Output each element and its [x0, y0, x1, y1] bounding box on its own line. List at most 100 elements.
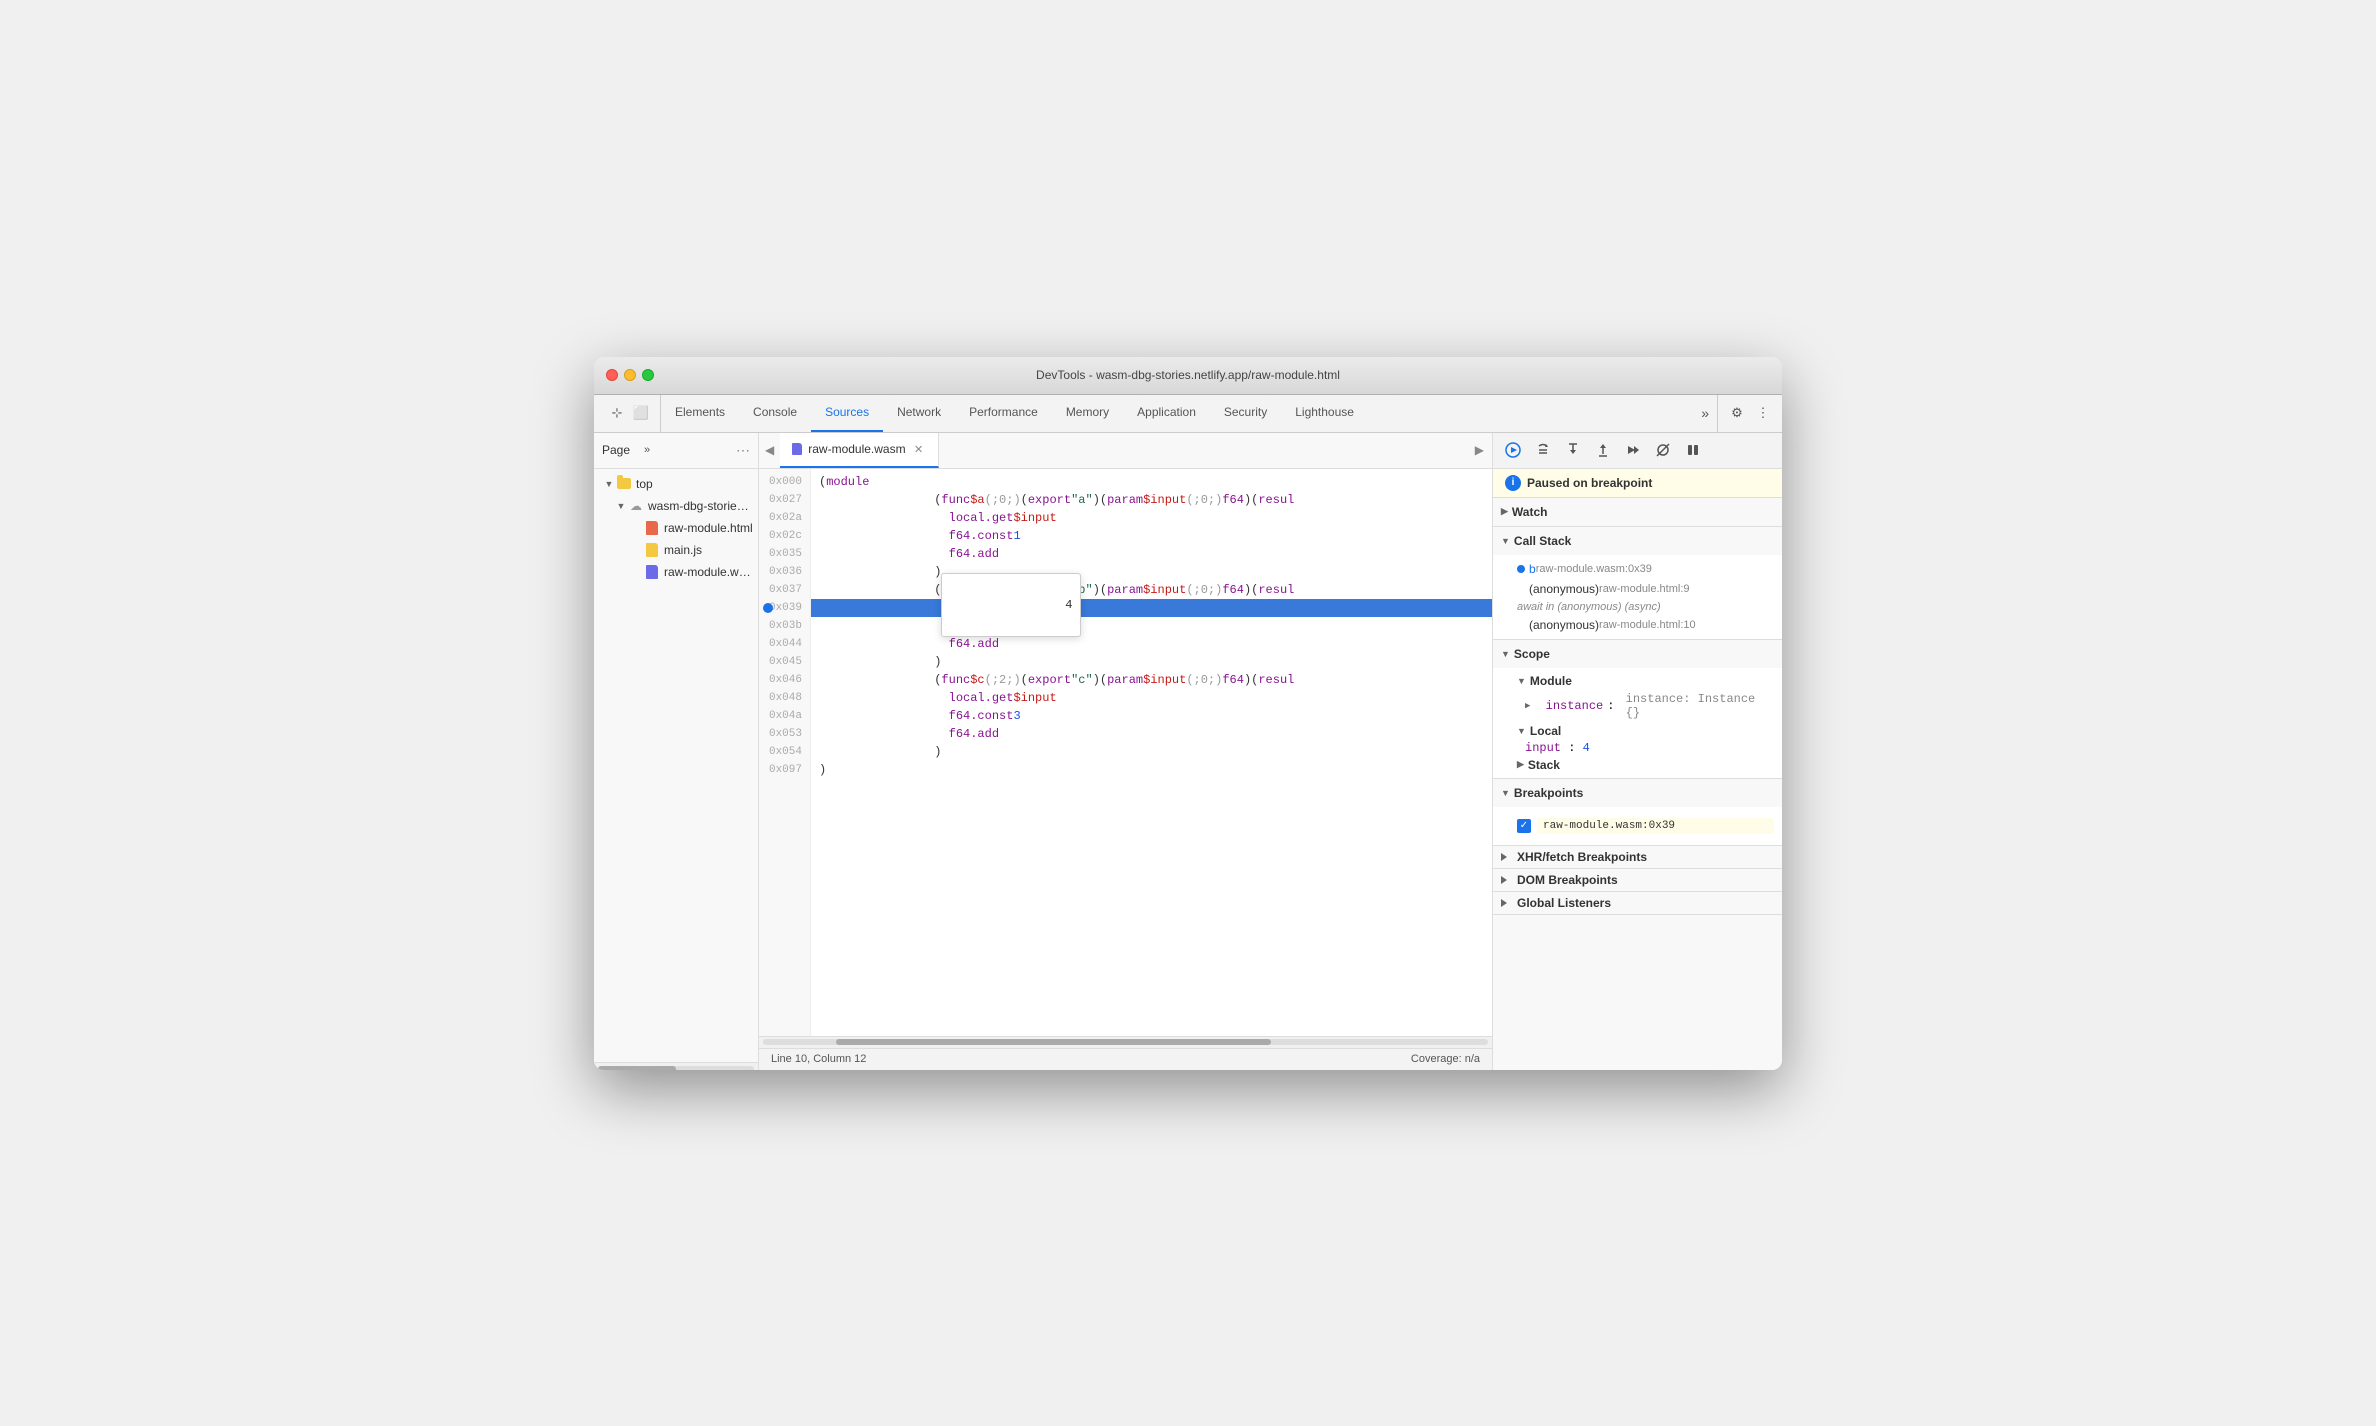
scope-local-header[interactable]: ▼ Local [1509, 722, 1782, 740]
ln-12[interactable]: 0x046 [759, 671, 810, 689]
maximize-button[interactable] [642, 369, 654, 381]
more-options-icon[interactable]: ⋮ [1752, 402, 1774, 424]
device-icon[interactable]: ⬜ [630, 402, 652, 424]
global-header[interactable]: Global Listeners [1493, 892, 1782, 914]
devtools-window: DevTools - wasm-dbg-stories.netlify.app/… [594, 357, 1782, 1070]
ln-10[interactable]: 0x044 [759, 635, 810, 653]
xhr-section: XHR/fetch Breakpoints [1493, 846, 1782, 869]
ln-17[interactable]: 0x097 [759, 761, 810, 779]
call-stack-header[interactable]: ▼ Call Stack [1493, 527, 1782, 555]
scope-module-instance[interactable]: ▶ instance: instance: Instance {} [1509, 690, 1782, 722]
tab-sources[interactable]: Sources [811, 395, 883, 432]
cursor-icon[interactable]: ⊹ [606, 402, 628, 424]
settings-icon[interactable]: ⚙ [1726, 402, 1748, 424]
scope-section: ▼ Scope ▼ Module ▶ inst [1493, 640, 1782, 779]
scope-header[interactable]: ▼ Scope [1493, 640, 1782, 668]
ln-13[interactable]: 0x048 [759, 689, 810, 707]
debugger-panel: i Paused on breakpoint ▶ Watch ▼ Call St… [1492, 433, 1782, 1070]
global-label: Global Listeners [1517, 896, 1611, 910]
editor-tab-close[interactable]: ✕ [912, 442, 926, 456]
ln-1[interactable]: 0x000 [759, 473, 810, 491]
ln-15[interactable]: 0x053 [759, 725, 810, 743]
sidebar-item-html[interactable]: raw-module.html [594, 517, 758, 539]
tabsbar: ⊹ ⬜ Elements Console Sources Network Per… [594, 395, 1782, 433]
ln-8[interactable]: 0x039 [759, 599, 810, 617]
scope-stack-header[interactable]: ▶ Stack [1509, 756, 1782, 774]
step-into-button[interactable] [1561, 438, 1585, 462]
watch-arrow: ▶ [1501, 506, 1508, 517]
titlebar: DevTools - wasm-dbg-stories.netlify.app/… [594, 357, 1782, 395]
tab-lighthouse[interactable]: Lighthouse [1281, 395, 1368, 432]
cursor-position: Line 10, Column 12 [771, 1053, 866, 1065]
sidebar-item-top[interactable]: ▼ top [594, 473, 758, 495]
step-out-button[interactable] [1591, 438, 1615, 462]
ln-3[interactable]: 0x02a [759, 509, 810, 527]
ln-6[interactable]: 0x036 [759, 563, 810, 581]
step-button[interactable] [1621, 438, 1645, 462]
editor-tab-wasm[interactable]: raw-module.wasm ✕ [780, 433, 938, 468]
call-stack-item-anon1[interactable]: (anonymous) raw-module.html:9 [1509, 579, 1782, 599]
scope-module-label: ▼ Module [1517, 674, 1774, 688]
call-stack-fn-anon2: (anonymous) [1529, 618, 1599, 632]
minimize-button[interactable] [624, 369, 636, 381]
breakpoints-arrow: ▼ [1501, 788, 1510, 798]
scrollbar-thumb[interactable] [836, 1039, 1271, 1045]
code-line-16: ) [811, 743, 1492, 761]
more-tabs-button[interactable]: » [1693, 395, 1717, 432]
call-stack-loc-b: raw-module.wasm:0x39 [1536, 563, 1652, 575]
editor-horizontal-scrollbar[interactable] [759, 1036, 1492, 1048]
deactivate-breakpoints-button[interactable] [1651, 438, 1675, 462]
call-stack-item-b[interactable]: b raw-module.wasm:0x39 [1509, 559, 1782, 579]
scrollbar-track[interactable] [763, 1039, 1488, 1045]
watch-header[interactable]: ▶ Watch [1493, 498, 1782, 526]
sidebar-item-site[interactable]: ▼ ☁ wasm-dbg-stories.netlify [594, 495, 758, 517]
tab-performance[interactable]: Performance [955, 395, 1052, 432]
xhr-header[interactable]: XHR/fetch Breakpoints [1493, 846, 1782, 868]
module-arrow: ▼ [1517, 676, 1526, 686]
tree-arrow-js [630, 543, 644, 557]
tab-application[interactable]: Application [1123, 395, 1210, 432]
ln-4[interactable]: 0x02c [759, 527, 810, 545]
call-stack-item-anon2[interactable]: (anonymous) raw-module.html:10 [1509, 615, 1782, 635]
dom-header[interactable]: DOM Breakpoints [1493, 869, 1782, 891]
instance-value: instance: Instance {} [1626, 692, 1766, 720]
ln-16[interactable]: 0x054 [759, 743, 810, 761]
ln-9[interactable]: 0x03b [759, 617, 810, 635]
breakpoints-content: ✓ raw-module.wasm:0x39 [1493, 807, 1782, 845]
code-lines[interactable]: (module (func $a (;0;) (export "a") (par… [811, 469, 1492, 1036]
editor-tab-right[interactable]: ▶ [1467, 433, 1492, 468]
scope-arrow: ▼ [1501, 649, 1510, 659]
ln-5[interactable]: 0x035 [759, 545, 810, 563]
resume-button[interactable] [1501, 438, 1525, 462]
code-content[interactable]: 0x000 0x027 0x02a 0x02c 0x035 0x036 0x03… [759, 469, 1492, 1036]
breakpoint-checkbox-1[interactable]: ✓ [1517, 819, 1531, 833]
tab-console[interactable]: Console [739, 395, 811, 432]
tab-network[interactable]: Network [883, 395, 955, 432]
ln-11[interactable]: 0x045 [759, 653, 810, 671]
close-button[interactable] [606, 369, 618, 381]
toolbar-icons: ⊹ ⬜ [598, 395, 661, 432]
sidebar-item-js[interactable]: main.js [594, 539, 758, 561]
cloud-icon: ☁ [628, 498, 644, 514]
scope-local-label: ▼ Local [1517, 724, 1774, 738]
sidebar-item-wasm[interactable]: raw-module.wasm [594, 561, 758, 583]
scope-module-header[interactable]: ▼ Module [1509, 672, 1782, 690]
tree-label-top: top [636, 477, 653, 491]
ln-2[interactable]: 0x027 [759, 491, 810, 509]
tree-label-site: wasm-dbg-stories.netlify [648, 499, 754, 513]
paused-text: Paused on breakpoint [1527, 476, 1652, 490]
sidebar-overflow[interactable]: » [636, 439, 658, 461]
sidebar-scrollbar[interactable] [594, 1062, 758, 1070]
breakpoint-item-1[interactable]: ✓ raw-module.wasm:0x39 [1517, 815, 1774, 837]
sidebar-more-button[interactable]: ⋯ [736, 442, 750, 459]
ln-7[interactable]: 0x037 [759, 581, 810, 599]
tab-elements[interactable]: Elements [661, 395, 739, 432]
step-over-button[interactable] [1531, 438, 1555, 462]
tab-memory[interactable]: Memory [1052, 395, 1123, 432]
ln-14[interactable]: 0x04a [759, 707, 810, 725]
breakpoints-header[interactable]: ▼ Breakpoints [1493, 779, 1782, 807]
tab-security[interactable]: Security [1210, 395, 1281, 432]
pause-on-exceptions-button[interactable] [1681, 438, 1705, 462]
editor-back-button[interactable]: ◀ [759, 433, 780, 468]
editor-area: ◀ raw-module.wasm ✕ ▶ 0x000 0x027 0x02a … [759, 433, 1492, 1070]
